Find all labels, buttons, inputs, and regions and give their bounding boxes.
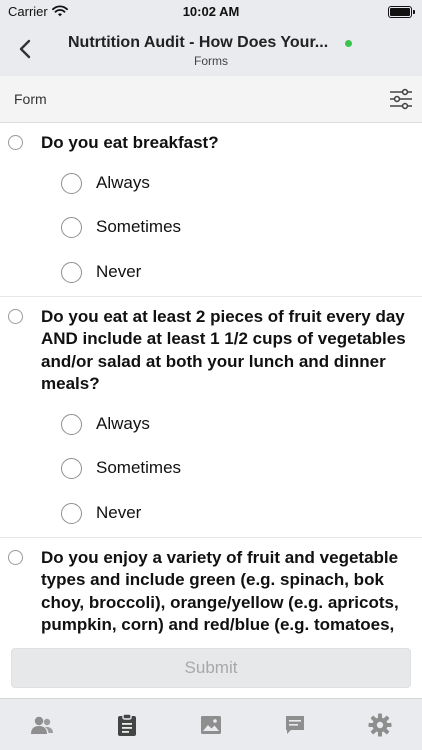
tab-clipboard[interactable] bbox=[84, 699, 168, 750]
option-label: Never bbox=[96, 502, 142, 522]
tab-chat[interactable] bbox=[253, 699, 337, 750]
option-label: Sometimes bbox=[96, 217, 182, 237]
status-bar: Carrier 10:02 AM bbox=[0, 0, 422, 24]
clipboard-icon bbox=[117, 713, 137, 737]
battery-icon bbox=[388, 6, 415, 18]
option-label: Always bbox=[96, 172, 150, 192]
page-title: Nutrtition Audit - How Does Your... bbox=[68, 34, 329, 51]
navigation-bar: Nutrtition Audit - How Does Your... Form… bbox=[0, 24, 422, 76]
answer-option[interactable]: Always bbox=[0, 403, 422, 448]
tab-image[interactable] bbox=[169, 699, 253, 750]
answer-option[interactable]: Sometimes bbox=[0, 447, 422, 492]
chat-icon bbox=[284, 714, 306, 736]
form-section-header: Form bbox=[0, 76, 422, 123]
section-label: Form bbox=[14, 91, 47, 107]
answer-option[interactable]: Sometimes bbox=[0, 206, 422, 251]
question-text: Do you eat at least 2 pieces of fruit ev… bbox=[41, 306, 406, 394]
page-subtitle: Forms bbox=[194, 54, 228, 68]
submit-area: Submit bbox=[0, 638, 422, 698]
radio-button[interactable] bbox=[61, 217, 82, 239]
tab-gear[interactable] bbox=[338, 699, 422, 750]
option-label: Never bbox=[96, 261, 142, 281]
question-select-circle[interactable] bbox=[8, 135, 23, 150]
image-icon bbox=[200, 715, 222, 735]
gear-icon bbox=[368, 713, 392, 737]
clock-time: 10:02 AM bbox=[182, 4, 240, 19]
submit-button[interactable]: Submit bbox=[11, 648, 411, 688]
sliders-icon bbox=[390, 88, 412, 110]
online-status-dot bbox=[345, 40, 352, 47]
answer-options: Always Sometimes Never bbox=[0, 155, 422, 296]
radio-button[interactable] bbox=[61, 172, 82, 194]
question-select-circle[interactable] bbox=[8, 308, 23, 324]
form-content: Do you eat breakfast? Always Sometimes Neve… bbox=[0, 123, 422, 638]
tab-bar bbox=[0, 698, 422, 750]
radio-button[interactable] bbox=[61, 261, 82, 283]
answer-option[interactable]: Never bbox=[0, 251, 422, 296]
filter-button[interactable] bbox=[388, 86, 414, 112]
answer-option[interactable]: Always bbox=[0, 162, 422, 207]
radio-button[interactable] bbox=[61, 413, 82, 435]
radio-button[interactable] bbox=[61, 502, 82, 524]
question-text: Do you eat breakfast? bbox=[41, 133, 219, 152]
radio-button[interactable] bbox=[61, 458, 82, 480]
option-label: Sometimes bbox=[96, 458, 182, 478]
question-item: Do you eat at least 2 pieces of fruit ev… bbox=[0, 297, 422, 538]
question-text: Do you enjoy a variety of fruit and vege… bbox=[41, 547, 399, 638]
tab-people[interactable] bbox=[0, 699, 84, 750]
answer-option[interactable]: Never bbox=[0, 492, 422, 537]
question-item: Do you eat breakfast? Always Sometimes Neve… bbox=[0, 123, 422, 297]
answer-options: Always Sometimes Never bbox=[0, 396, 422, 537]
question-select-circle[interactable] bbox=[8, 549, 23, 565]
question-item: Do you enjoy a variety of fruit and vege… bbox=[0, 538, 422, 638]
option-label: Always bbox=[96, 413, 150, 433]
people-icon bbox=[30, 714, 54, 736]
